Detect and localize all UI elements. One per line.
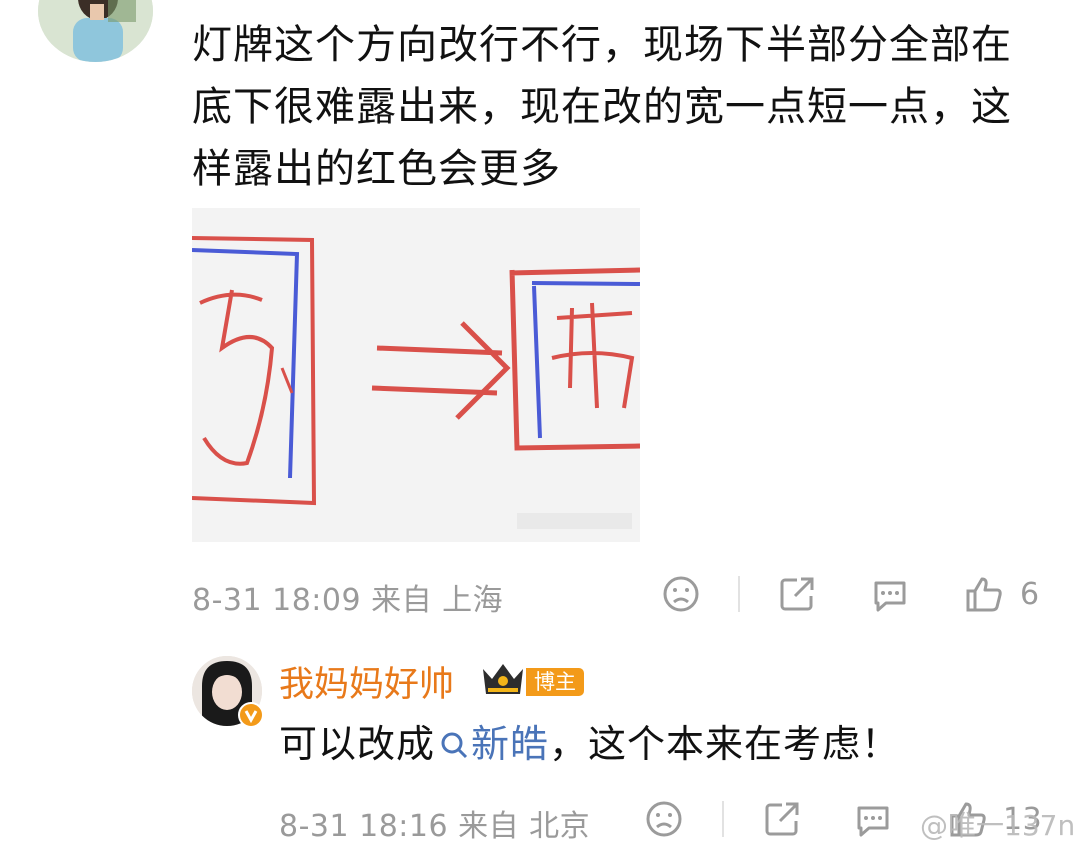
comment-icon[interactable] (870, 575, 910, 615)
like-count: 6 (1020, 577, 1040, 612)
comment-text-before: 可以改成 (279, 722, 436, 766)
status-badge: 博主 (526, 668, 584, 696)
divider (722, 801, 724, 837)
dislike-icon[interactable] (662, 575, 700, 613)
divider (738, 576, 740, 612)
crown-icon (480, 661, 526, 697)
dislike-icon[interactable] (645, 800, 683, 838)
topic-link[interactable]: 新皓 (435, 722, 549, 766)
comment-text: 灯牌这个方向改行不行，现场下半部分全部在底下很难露出来，现在改的宽一点短一点，这… (192, 22, 1012, 192)
comment-text-after: ，这个本来在考虑！ (549, 722, 901, 766)
like-icon[interactable] (964, 574, 1004, 614)
verified-icon (238, 702, 264, 728)
topic-label: 新皓 (471, 722, 550, 766)
username[interactable]: 我妈妈好帅 (279, 656, 454, 707)
comment-meta: 8-31 18:09 来自 上海 (192, 583, 504, 618)
comment-meta: 8-31 18:16 来自 北京 (279, 809, 591, 844)
watermark: @唯一137n (920, 809, 1076, 842)
comment-icon[interactable] (853, 800, 893, 840)
share-icon[interactable] (777, 574, 817, 614)
avatar[interactable] (38, 0, 153, 62)
comment-text: 可以改成 新皓，这个本来在考虑！ (279, 714, 1039, 774)
search-icon (441, 732, 468, 759)
share-icon[interactable] (762, 799, 802, 839)
comment-image[interactable] (191, 208, 641, 542)
